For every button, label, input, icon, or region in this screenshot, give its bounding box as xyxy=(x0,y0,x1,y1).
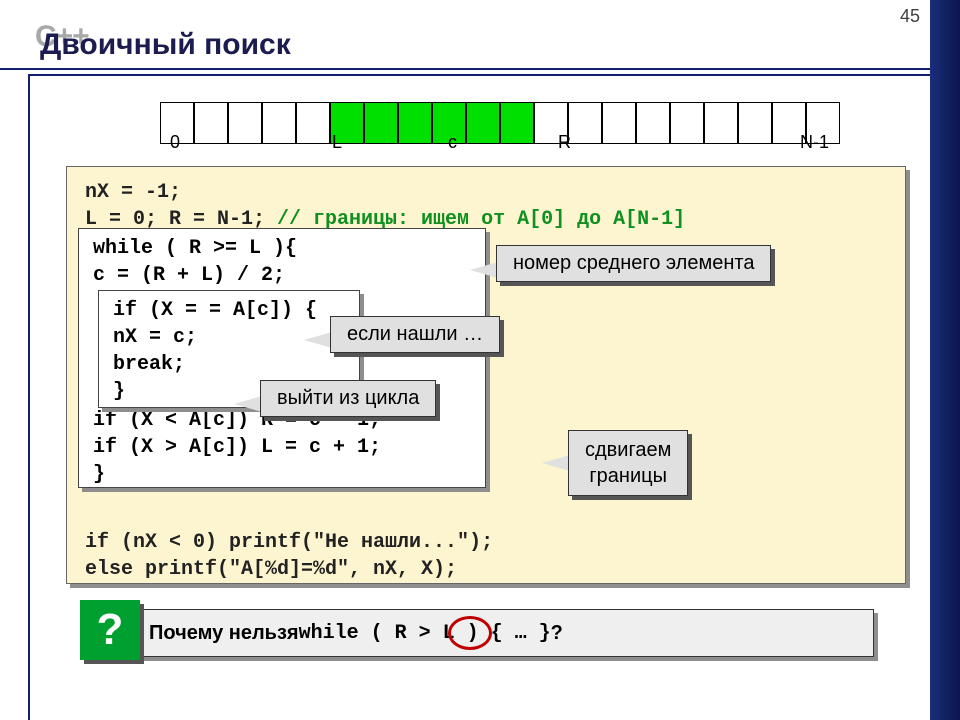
page-number: 45 xyxy=(900,6,920,27)
callout-if-found: если нашли … xyxy=(330,316,500,353)
code-line: if (X > A[c]) L = c + 1; xyxy=(93,434,471,461)
callout-tail xyxy=(304,332,332,348)
code-line: nX = -1; xyxy=(85,179,887,206)
callout-tail xyxy=(470,262,498,278)
array-label-0: 0 xyxy=(170,132,180,153)
array-label-L: L xyxy=(332,132,342,153)
divider xyxy=(28,74,30,720)
question-text: Почему нельзя xyxy=(149,622,299,645)
question-text: ? xyxy=(551,622,563,645)
callout-shift-bounds: сдвигаем границы xyxy=(568,430,688,496)
callout-tail xyxy=(542,455,570,471)
callout-tail xyxy=(234,396,262,412)
code-line: } xyxy=(93,461,471,488)
array-label-c: c xyxy=(448,132,457,153)
code-line: break; xyxy=(113,351,345,378)
slide-accent-band xyxy=(930,0,960,720)
callout-break: выйти из цикла xyxy=(260,380,436,417)
array-label-R: R xyxy=(558,132,571,153)
question-mark-icon: ? xyxy=(80,600,140,660)
array-label-Nm1: N-1 xyxy=(800,132,829,153)
slide-title: Двоичный поиск xyxy=(40,28,291,62)
array-diagram xyxy=(160,102,840,144)
question-bar: Почему нельзя while ( R > L ) { … } ? xyxy=(118,609,874,657)
callout-middle-element: номер среднего элемента xyxy=(496,245,771,282)
question-code: while ( R > L ) { … } xyxy=(299,622,551,645)
code-line: while ( R >= L ){ xyxy=(93,235,471,262)
code-line: c = (R + L) / 2; xyxy=(93,262,471,289)
code-line: else printf("A[%d]=%d", nX, X); xyxy=(85,556,887,583)
code-line: if (X = = A[c]) { xyxy=(113,297,345,324)
divider xyxy=(0,68,930,70)
code-line: if (nX < 0) printf("Не нашли..."); xyxy=(85,529,887,556)
divider xyxy=(28,74,930,76)
